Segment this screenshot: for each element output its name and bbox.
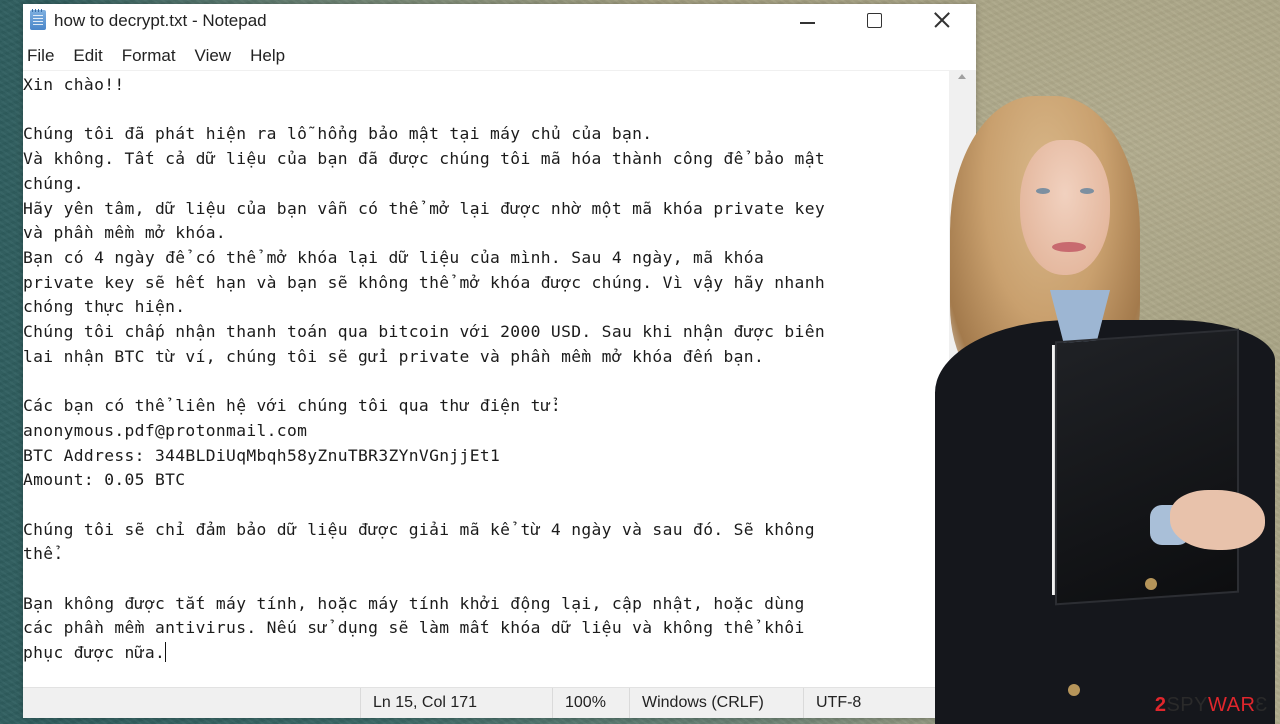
document-line: private key sẽ hết hạn và bạn sẽ không t… (23, 272, 826, 292)
menu-file[interactable]: File (27, 46, 54, 66)
close-button[interactable] (909, 4, 976, 40)
document-line: BTC Address: 344BLDiUqMbqh58yZnuTBR3ZYnV… (23, 445, 501, 465)
document-line: Bạn có 4 ngày để có thể mở khóa lại dữ l… (23, 247, 765, 267)
watermark-prefix: 2 (1154, 694, 1167, 716)
notepad-icon (30, 9, 46, 30)
hand (1170, 490, 1265, 550)
face (1020, 140, 1110, 275)
window-title: how to decrypt.txt - Notepad (54, 11, 267, 30)
document-line: Các bạn có thể liên hệ với chúng tôi qua… (23, 396, 562, 416)
cursor-position: Ln 15, Col 171 (360, 688, 552, 718)
title-bar[interactable]: how to decrypt.txt - Notepad (23, 4, 976, 40)
menu-edit[interactable]: Edit (73, 46, 102, 66)
document-line: Chúng tôi chấp nhận thanh toán qua bitco… (23, 322, 826, 342)
2spyware-watermark: 2SPYWARƐ (1155, 694, 1268, 717)
document-line: Chúng tôi sẽ chỉ đảm bảo dữ liệu được gi… (23, 519, 815, 539)
document-line: và phần mềm mở khóa. (23, 223, 227, 243)
document-line: anonymous.pdf@protonmail.com (23, 420, 308, 440)
zoom-level: 100% (552, 688, 629, 718)
scroll-up-arrow-icon[interactable] (958, 74, 966, 79)
status-bar: Ln 15, Col 171 100% Windows (CRLF) UTF-8 (23, 687, 976, 718)
menu-bar: File Edit Format View Help (23, 42, 976, 70)
document-line: chúng. (23, 173, 84, 193)
maximize-button[interactable] (842, 4, 909, 40)
document-line: Bạn không được tắt máy tính, hoặc máy tí… (23, 593, 805, 613)
lips (1052, 242, 1086, 252)
document-line: Amount: 0.05 BTC (23, 470, 186, 490)
minimize-button[interactable] (775, 4, 842, 40)
document-line: phục được nữa. (23, 643, 166, 663)
document-line: lai nhận BTC từ ví, chúng tôi sẽ gửi pri… (23, 346, 765, 366)
jacket-button (1068, 684, 1080, 696)
watermark-war: WAR (1207, 694, 1256, 716)
notepad-window: how to decrypt.txt - Notepad File Edit F… (23, 4, 976, 718)
document-line: Xin chào!! (23, 75, 125, 94)
text-editor[interactable]: Xin chào!! Chúng tôi đã phát hiện ra lỗ … (23, 70, 949, 688)
menu-view[interactable]: View (195, 46, 232, 66)
stock-photo-woman (930, 90, 1280, 724)
document-line: thể. (23, 544, 64, 564)
text-caret (165, 642, 167, 663)
document-line: Và không. Tất cả dữ liệu của bạn đã được… (23, 149, 826, 169)
document-line: các phần mềm antivirus. Nếu sử dụng sẽ l… (23, 618, 805, 638)
document-line: Hãy yên tâm, dữ liệu của bạn vẫn có thể … (23, 198, 826, 218)
document-line: chóng thực hiện. (23, 297, 186, 317)
menu-format[interactable]: Format (122, 46, 176, 66)
right-eye (1080, 188, 1094, 194)
document-text[interactable]: Xin chào!! Chúng tôi đã phát hiện ra lỗ … (23, 71, 949, 666)
black-binder (1055, 328, 1239, 606)
jacket-button (1145, 578, 1157, 590)
menu-help[interactable]: Help (250, 46, 285, 66)
watermark-spy: SPY (1166, 694, 1208, 716)
document-line: Chúng tôi đã phát hiện ra lỗ hổng bảo mậ… (23, 124, 653, 144)
watermark-end-glyph: Ɛ (1255, 694, 1268, 716)
left-eye (1036, 188, 1050, 194)
line-ending: Windows (CRLF) (629, 688, 803, 718)
window-controls (775, 4, 976, 40)
